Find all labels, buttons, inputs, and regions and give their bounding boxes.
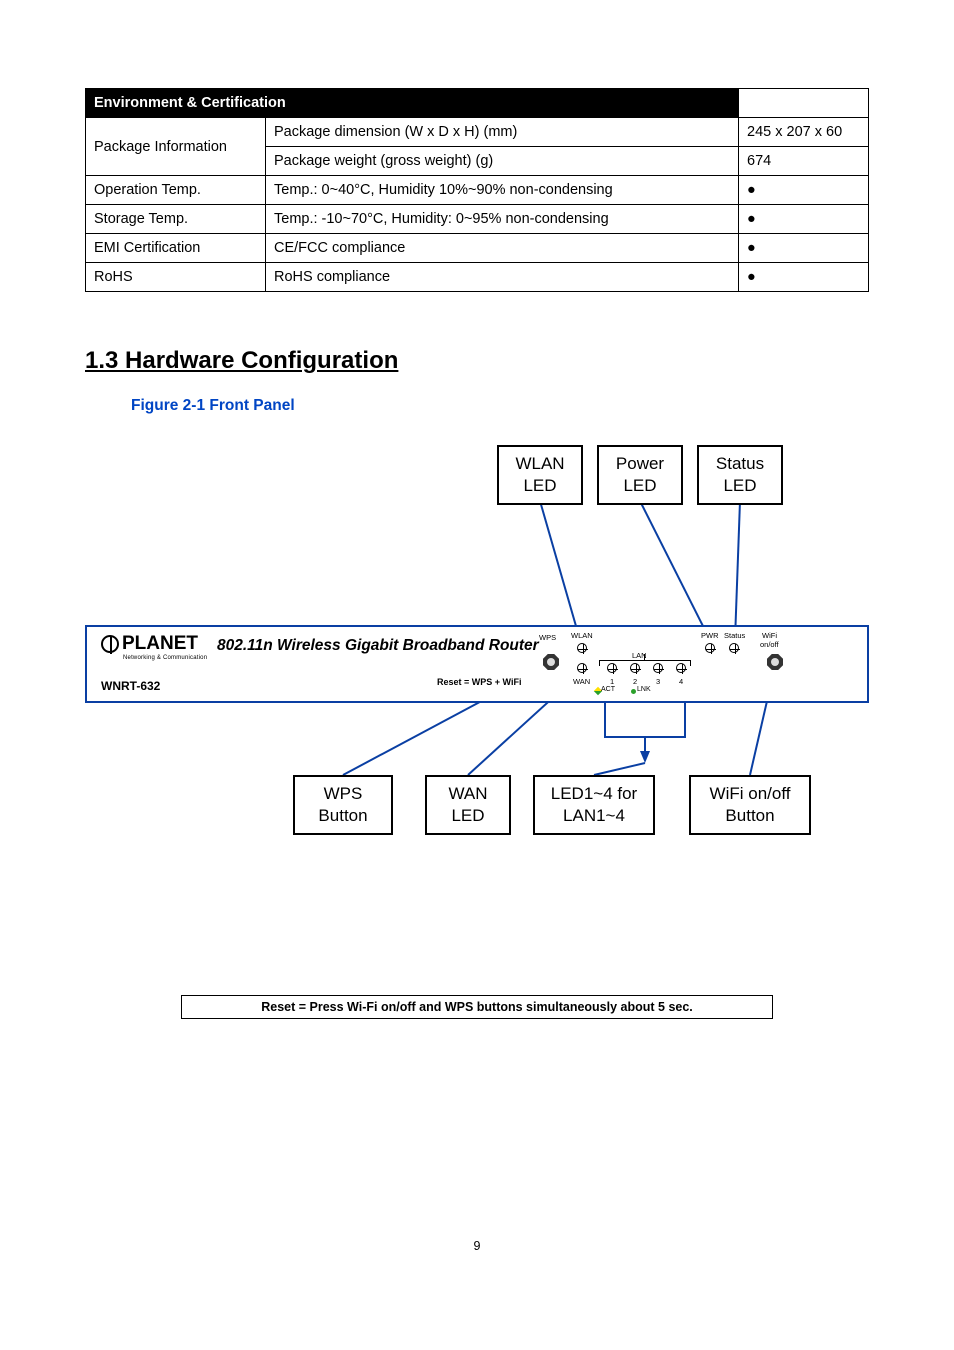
- led-label-status: Status: [724, 631, 745, 640]
- router-model: WNRT-632: [101, 679, 160, 693]
- led-wlan: [577, 643, 587, 653]
- globe-icon: [101, 635, 119, 653]
- row-label: Operation Temp.: [86, 176, 266, 205]
- led-label-wps: WPS: [539, 633, 556, 642]
- router-title: 802.11n Wireless Gigabit Broadband Route…: [217, 637, 539, 655]
- led-wan: [577, 663, 587, 673]
- callout-lan-leds: LED1~4 forLAN1~4: [533, 775, 655, 835]
- callout-wlan-led: WLANLED: [497, 445, 583, 505]
- row-val: ●: [739, 263, 869, 292]
- led-num-3: 3: [656, 677, 660, 686]
- callout-wps-button: WPSButton: [293, 775, 393, 835]
- callout-wan-led: WANLED: [425, 775, 511, 835]
- table-header-blank: [739, 89, 869, 118]
- row-desc: RoHS compliance: [266, 263, 739, 292]
- led-label-wlan: WLAN: [571, 631, 593, 640]
- led-num-4: 4: [679, 677, 683, 686]
- led-label-lan: LAN: [632, 651, 647, 660]
- page: Environment & Certification Package Info…: [0, 0, 954, 1293]
- callout-wifi-button: WiFi on/offButton: [689, 775, 811, 835]
- figure-caption: Figure 2-1 Front Panel: [131, 397, 869, 415]
- led-lan2: [630, 663, 640, 673]
- led-lan4: [676, 663, 686, 673]
- led-num-2: 2: [633, 677, 637, 686]
- brand-text: PLANET: [122, 633, 198, 655]
- row-val: 674: [739, 147, 869, 176]
- led-status: [729, 643, 739, 653]
- led-label-wifi: WiFi: [762, 631, 777, 640]
- brand-logo: PLANET: [101, 633, 198, 655]
- row-desc: Temp.: 0~40°C, Humidity 10%~90% non-cond…: [266, 176, 739, 205]
- row-desc: Temp.: -10~70°C, Humidity: 0~95% non-con…: [266, 205, 739, 234]
- router-front-panel: PLANET Networking & Communication 802.11…: [85, 625, 869, 703]
- led-lan1: [607, 663, 617, 673]
- led-label-pwr: PWR: [701, 631, 719, 640]
- row-label: EMI Certification: [86, 234, 266, 263]
- callout-power-led: PowerLED: [597, 445, 683, 505]
- callout-status-led: StatusLED: [697, 445, 783, 505]
- led-lan3: [653, 663, 663, 673]
- row-desc: CE/FCC compliance: [266, 234, 739, 263]
- led-label-lnk: LNK: [637, 686, 651, 693]
- row-desc: Package dimension (W x D x H) (mm): [266, 118, 739, 147]
- lnk-indicator-icon: [631, 689, 636, 694]
- led-pwr: [705, 643, 715, 653]
- reset-silk-label: Reset = WPS + WiFi: [437, 677, 521, 687]
- row-val: ●: [739, 205, 869, 234]
- led-label-act: ACT: [601, 686, 615, 693]
- led-cluster: WPS WLAN WAN LAN 1 2 3 4: [537, 633, 857, 695]
- led-label-wan: WAN: [573, 677, 590, 686]
- row-desc: Package weight (gross weight) (g): [266, 147, 739, 176]
- row-val: ●: [739, 176, 869, 205]
- brand-subtext: Networking & Communication: [123, 655, 207, 661]
- page-number: 9: [85, 1239, 869, 1253]
- row-val: ●: [739, 234, 869, 263]
- section-heading: 1.3 Hardware Configuration: [85, 347, 869, 375]
- row-label: RoHS: [86, 263, 266, 292]
- table-header: Environment & Certification: [86, 89, 739, 118]
- led-label-wifion: on/off: [760, 640, 779, 649]
- row-label: Package Information: [86, 118, 266, 176]
- env-cert-table: Environment & Certification Package Info…: [85, 88, 869, 292]
- led-num-1: 1: [610, 677, 614, 686]
- row-label: Storage Temp.: [86, 205, 266, 234]
- front-panel-diagram: WLANLED PowerLED StatusLED PLANET Networ…: [85, 445, 869, 945]
- row-val: 245 x 207 x 60: [739, 118, 869, 147]
- reset-note: Reset = Press Wi-Fi on/off and WPS butto…: [181, 995, 773, 1019]
